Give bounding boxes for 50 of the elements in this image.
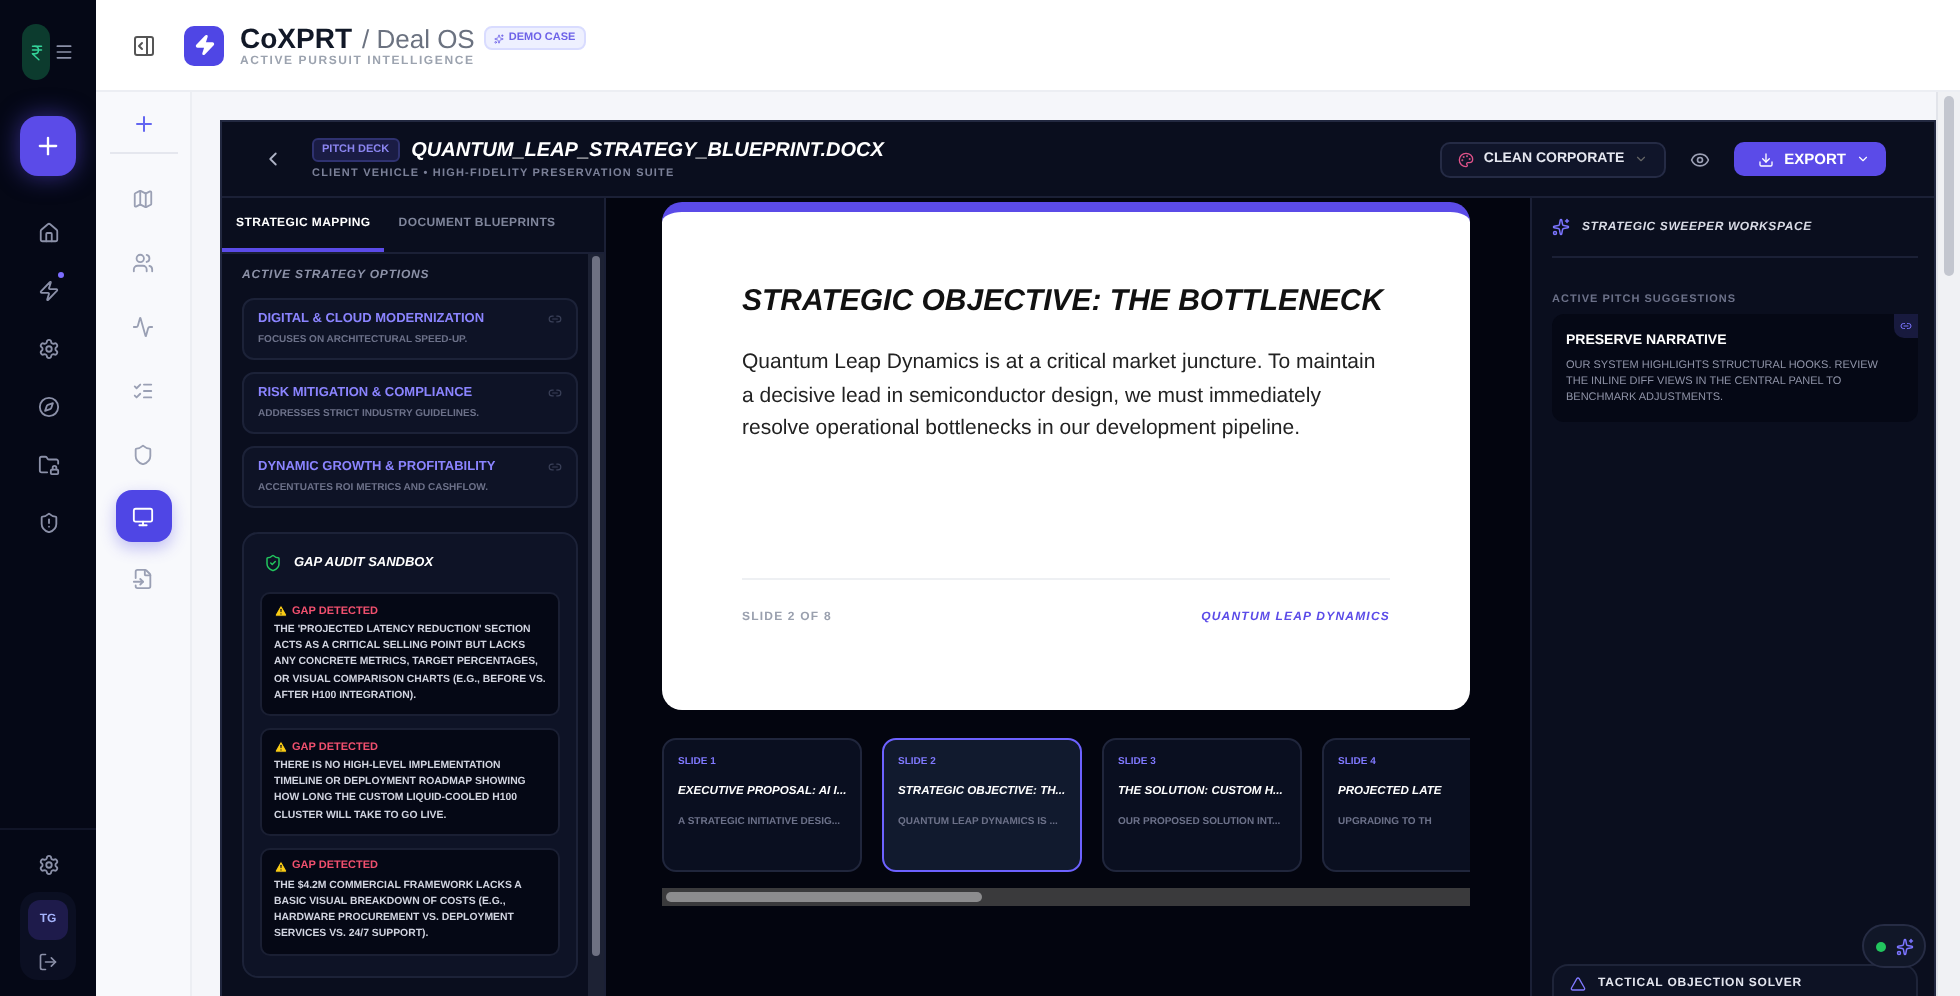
document-title: QUANTUM_LEAP_STRATEGY_BLUEPRINT.DOCX xyxy=(411,139,884,161)
lightning-logo-icon xyxy=(184,25,224,65)
map-icon xyxy=(132,187,154,209)
shield-check-icon xyxy=(264,554,282,572)
triangle-icon xyxy=(1570,976,1586,992)
link-icon xyxy=(548,460,562,474)
settings-icon[interactable] xyxy=(37,854,59,876)
warning-icon xyxy=(274,740,288,755)
scrollbar[interactable] xyxy=(662,888,1470,906)
file-import-icon xyxy=(132,567,154,589)
settings-icon xyxy=(37,337,59,359)
link-icon xyxy=(548,312,562,326)
warning-icon xyxy=(274,859,288,874)
plus-icon xyxy=(131,112,155,136)
chevron-down-icon xyxy=(1634,152,1649,166)
preview-button[interactable] xyxy=(1690,149,1711,169)
link-icon xyxy=(548,386,562,400)
checklist-icon xyxy=(132,379,154,401)
tool-button[interactable] xyxy=(115,490,171,542)
logout-icon[interactable] xyxy=(38,952,58,972)
sparkles-icon xyxy=(1895,937,1913,955)
link-icon xyxy=(1894,314,1918,338)
home-icon xyxy=(37,221,59,243)
users-icon xyxy=(132,251,154,273)
download-icon xyxy=(1758,151,1775,167)
sparkles-icon xyxy=(494,33,505,43)
plus-icon xyxy=(34,132,62,160)
warning-icon xyxy=(274,604,288,618)
assistant-button[interactable] xyxy=(1862,924,1926,968)
folder-lock-icon xyxy=(37,453,59,475)
chevron-down-icon xyxy=(1856,152,1870,166)
sparkles-icon xyxy=(1552,218,1570,236)
shield-icon xyxy=(132,443,154,465)
slide-body: Quantum Leap Dynamics is at a critical market juncture. To maintain a decisive lead in semiconductor design, we must immediately resolve operational bottlenecks in our development pipeline. xyxy=(742,348,1378,444)
palette-icon xyxy=(1457,151,1474,167)
shield-icon xyxy=(37,511,59,533)
lightning-icon xyxy=(37,279,59,301)
add-button[interactable] xyxy=(20,116,76,176)
panel-toggle-icon[interactable] xyxy=(132,33,156,57)
activity-icon xyxy=(132,315,154,337)
brand-name: CoXPRT xyxy=(240,22,352,54)
monitor-icon xyxy=(132,505,154,527)
status-dot xyxy=(1875,941,1885,951)
compass-icon xyxy=(37,395,59,417)
product-name: / Deal OS xyxy=(362,23,475,53)
menu-icon[interactable] xyxy=(54,42,74,62)
scrollbar[interactable] xyxy=(588,254,604,996)
slide-title: STRATEGIC OBJECTIVE: THE BOTTLENECK xyxy=(742,284,1387,318)
scrollbar[interactable] xyxy=(1936,92,1960,996)
rupee-logo-icon xyxy=(22,24,50,80)
